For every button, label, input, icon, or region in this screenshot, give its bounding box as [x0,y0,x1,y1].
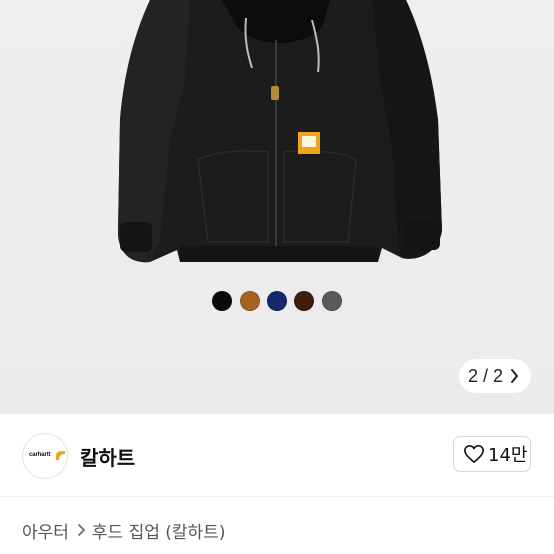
section-divider [0,496,554,497]
pager-text: 2 / 2 [468,365,504,386]
breadcrumb: 아우터 후드 집업 (칼하트) [22,518,226,543]
chevron-right-icon [511,369,518,383]
color-swatch-navy[interactable] [267,291,287,311]
breadcrumb-subcategory[interactable]: 후드 집업 (칼하트) [92,518,226,543]
brand-name[interactable]: 칼하트 [80,442,135,471]
product-image[interactable]: 2 / 2 [0,0,554,414]
like-count: 14만 [488,445,528,466]
chevron-right-icon [78,524,85,536]
carhartt-c-icon [56,451,65,460]
brand-logo[interactable]: carhartt [22,433,68,479]
heart-icon [464,445,484,463]
color-swatch-dark-brown[interactable] [294,291,314,311]
color-swatch-gray[interactable] [322,291,342,311]
color-swatch-black[interactable] [212,291,232,311]
like-button[interactable]: 14만 [453,436,531,472]
image-pager[interactable]: 2 / 2 [459,359,531,393]
breadcrumb-category[interactable]: 아우터 [22,518,69,543]
color-swatch-brown[interactable] [240,291,260,311]
brand-logo-text: carhartt [29,452,51,458]
hoodie-photo [118,0,442,263]
